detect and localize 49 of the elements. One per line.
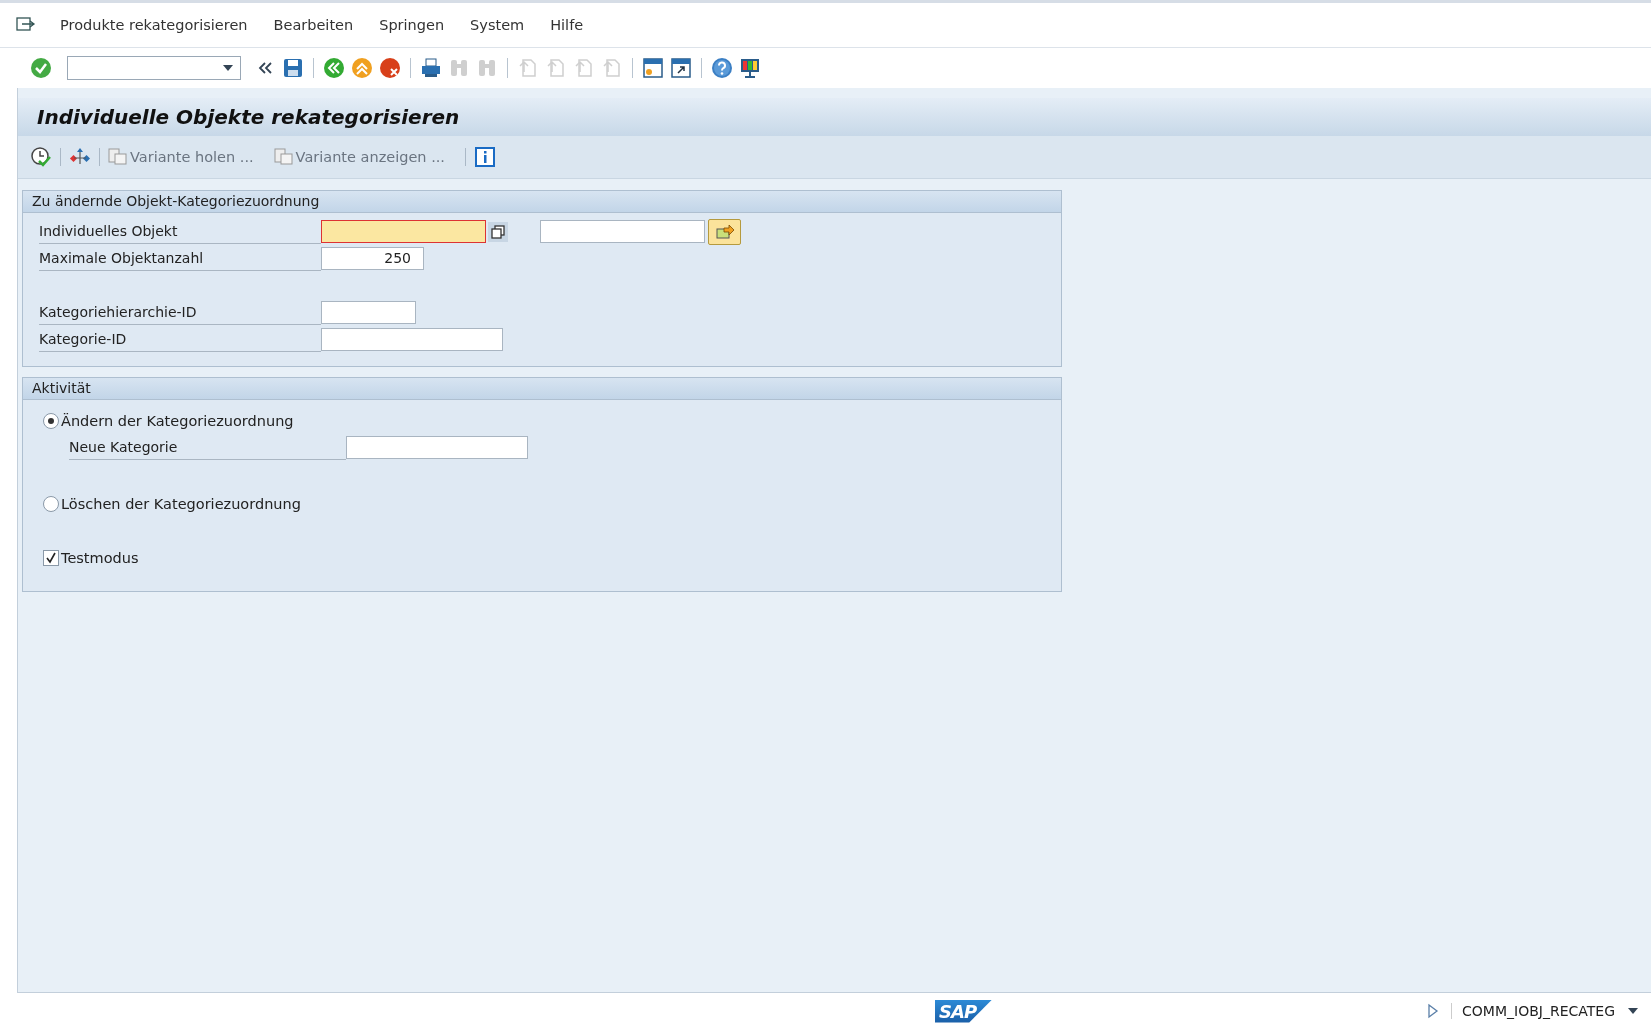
field-label: Kategorie-ID: [39, 327, 321, 352]
input-field[interactable]: 250: [321, 247, 424, 270]
menu-item[interactable]: Springen: [379, 17, 445, 33]
menu-item[interactable]: Bearbeiten: [273, 17, 354, 33]
radio-label: Löschen der Kategoriezuordnung: [61, 496, 301, 512]
input-field[interactable]: [321, 328, 503, 351]
menu-item[interactable]: System: [470, 17, 525, 33]
field-label: Neue Kategorie: [69, 435, 346, 460]
group-title: Zu ändernde Objekt-Kategoriezuordnung: [23, 191, 1061, 213]
menu-item[interactable]: Produkte rekategorisieren: [60, 17, 248, 33]
checkbox[interactable]: [43, 550, 59, 566]
sap-logo: SAP: [935, 999, 993, 1023]
checkbox-label: Testmodus: [61, 550, 139, 566]
command-field[interactable]: [67, 56, 241, 80]
cancel-icon[interactable]: [378, 56, 402, 80]
exit-icon[interactable]: [350, 56, 374, 80]
dropdown-caret-icon[interactable]: [222, 64, 234, 72]
radio-label: Ändern der Kategoriezuordnung: [61, 413, 294, 429]
clock-check-icon[interactable]: [30, 146, 52, 168]
radio-button[interactable]: [43, 413, 59, 429]
info-icon[interactable]: [473, 146, 496, 168]
enter-icon[interactable]: [29, 56, 53, 80]
new-session-icon[interactable]: [641, 56, 665, 80]
menu-icon[interactable]: [16, 17, 36, 33]
help-icon[interactable]: [710, 56, 734, 80]
caret-icon[interactable]: [1627, 1007, 1639, 1015]
input-field[interactable]: [346, 436, 528, 459]
radio-button[interactable]: [43, 496, 59, 512]
layout-icon[interactable]: [738, 56, 762, 80]
copy-icon: [273, 148, 294, 166]
shortcut-icon[interactable]: [669, 56, 693, 80]
back-icon[interactable]: [322, 56, 346, 80]
triangle-icon[interactable]: [1427, 1003, 1440, 1019]
input-field[interactable]: [540, 220, 705, 243]
copy-icon: [108, 148, 128, 166]
arrow-icon: [714, 223, 735, 240]
screen-title: Individuelle Objekte rekategorisieren: [37, 105, 460, 129]
input-field[interactable]: [321, 220, 486, 243]
menu-item[interactable]: Hilfe: [550, 17, 584, 33]
field-label: Individuelles Objekt: [39, 219, 321, 244]
print-icon[interactable]: [419, 56, 443, 80]
transaction-code: COMM_IOBJ_RECATEG: [1451, 1003, 1615, 1019]
save-icon[interactable]: [281, 56, 305, 80]
input-field[interactable]: [321, 301, 416, 324]
field-label: Maximale Objektanzahl: [39, 246, 321, 271]
group-title: Aktivität: [23, 378, 1061, 400]
arrow-button[interactable]: [708, 218, 741, 245]
field-label: Kategoriehierarchie-ID: [39, 300, 321, 325]
multiple-selection-icon[interactable]: [488, 221, 508, 242]
